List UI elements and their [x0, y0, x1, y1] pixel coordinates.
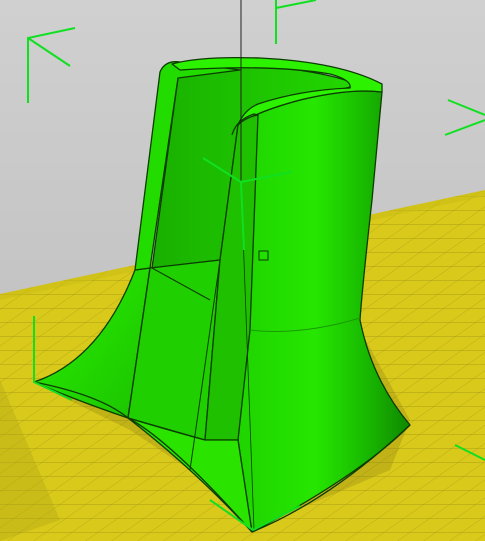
selection-handle[interactable] — [258, 250, 269, 261]
3d-viewport[interactable] — [0, 0, 485, 541]
scene-canvas[interactable] — [0, 0, 485, 541]
